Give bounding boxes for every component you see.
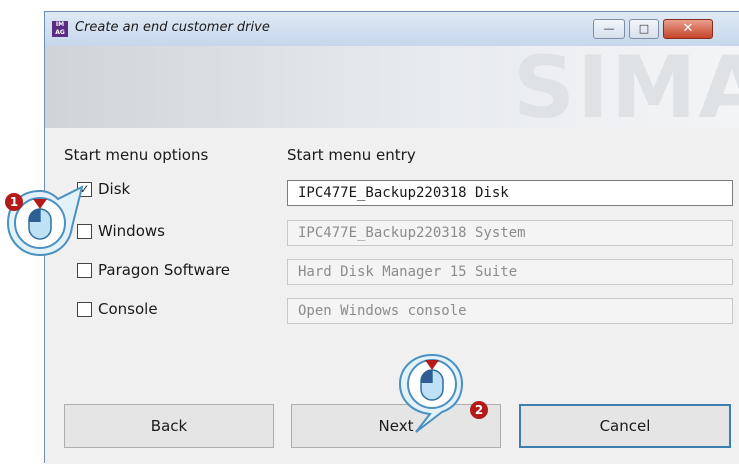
options-column-header: Start menu options: [64, 146, 209, 164]
disk-option-label: Disk: [98, 180, 131, 198]
entry-column-header: Start menu entry: [287, 146, 416, 164]
disk-entry-input[interactable]: IPC477E_Backup220318 Disk: [287, 180, 733, 206]
close-icon: ✕: [682, 21, 694, 36]
close-button[interactable]: ✕: [663, 19, 713, 39]
header-banner: SIMA: [45, 46, 739, 128]
back-button[interactable]: Back: [64, 404, 274, 448]
paragon-option-label: Paragon Software: [98, 261, 231, 279]
windows-entry-input[interactable]: IPC477E_Backup220318 System: [287, 220, 733, 246]
maximize-icon: □: [638, 22, 650, 35]
console-entry-input[interactable]: Open Windows console: [287, 298, 733, 324]
mouse-icon: [420, 369, 444, 401]
paragon-entry-input[interactable]: Hard Disk Manager 15 Suite: [287, 259, 733, 285]
window-title: Create an end customer drive: [75, 20, 270, 35]
maximize-button[interactable]: □: [629, 19, 659, 39]
minimize-icon: —: [603, 22, 615, 35]
console-option-label: Console: [98, 300, 158, 318]
mouse-icon: [28, 208, 52, 240]
brand-logo-text: SIMA: [513, 46, 739, 128]
app-icon: IM AG: [52, 21, 68, 37]
console-checkbox[interactable]: [77, 302, 92, 317]
cancel-button[interactable]: Cancel: [519, 404, 731, 448]
callout-number-1: 1: [5, 193, 23, 211]
click-callout-2: [398, 353, 464, 433]
windows-option-label: Windows: [98, 222, 165, 240]
callout-number-2: 2: [470, 401, 488, 419]
minimize-button[interactable]: —: [593, 19, 625, 39]
title-bar[interactable]: IM AG Create an end customer drive — □ ✕: [45, 12, 739, 46]
